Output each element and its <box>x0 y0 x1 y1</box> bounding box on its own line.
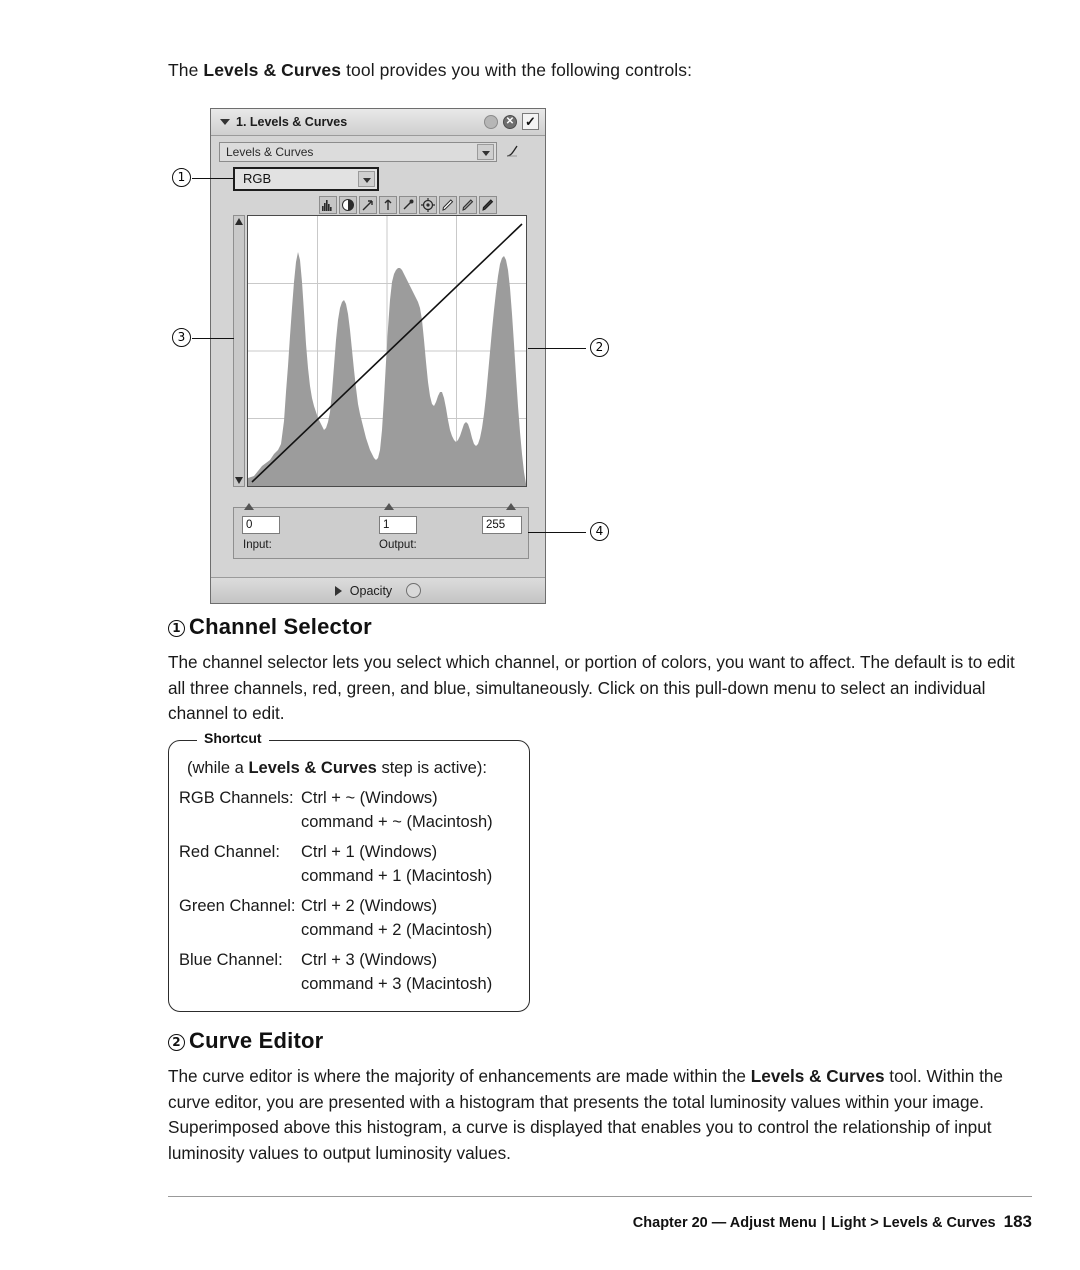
triangle-up-handle-icon[interactable] <box>235 218 243 225</box>
preset-combo[interactable]: Levels & Curves <box>219 142 497 162</box>
shortcut-row-windows: Ctrl + 1 (Windows) <box>301 843 438 861</box>
callout-2-leader <box>528 348 586 349</box>
callout-1: 1 <box>172 168 191 187</box>
preset-combo-value: Levels & Curves <box>226 145 314 159</box>
arrow-dot-icon[interactable] <box>399 196 417 214</box>
callout-3-leader <box>192 338 234 339</box>
arrow-diagonal-icon[interactable] <box>359 196 377 214</box>
close-icon[interactable]: ✕ <box>503 114 517 129</box>
section-2-body: The curve editor is where the majority o… <box>168 1064 1024 1166</box>
preset-combo-row: Levels & Curves <box>219 141 539 163</box>
shortcut-row-windows: Ctrl + 2 (Windows) <box>301 897 438 915</box>
curve-editor-area <box>233 215 529 500</box>
shortcut-row-macintosh: command + 2 (Macintosh) <box>301 921 493 939</box>
arrow-up-icon[interactable] <box>379 196 397 214</box>
shortcut-row-label: RGB Channels: <box>179 789 294 807</box>
pencil-black-icon[interactable] <box>479 196 497 214</box>
section-2-title: Curve Editor <box>189 1028 324 1053</box>
section-2-seg-2: Levels & Curves <box>750 1066 885 1086</box>
section-1-body: The channel selector lets you select whi… <box>168 652 1015 723</box>
section-2-seg-1: The curve editor is where the majority o… <box>168 1066 751 1086</box>
callout-1-leader <box>192 178 234 179</box>
shortcut-row-windows: Ctrl + ~ (Windows) <box>301 789 438 807</box>
contrast-icon[interactable] <box>339 196 357 214</box>
footer-divider <box>168 1196 1032 1197</box>
opacity-bar[interactable]: Opacity <box>211 577 545 603</box>
target-icon[interactable] <box>419 196 437 214</box>
intro-before: The <box>168 60 204 80</box>
black-point-handle-icon[interactable] <box>244 503 254 510</box>
pencil-gray-icon[interactable] <box>459 196 477 214</box>
output-range-slider[interactable] <box>233 215 245 487</box>
footer-chapter: Chapter 20 — Adjust Menu <box>632 1215 817 1231</box>
shortcut-row-label: Green Channel: <box>179 897 296 915</box>
shortcut-box: Shortcut (while a Levels & Curves step i… <box>168 730 530 1012</box>
histogram-curve-graph[interactable] <box>247 215 527 487</box>
curve-shape-icon[interactable] <box>504 144 520 160</box>
shortcut-row-label: Red Channel: <box>179 843 280 861</box>
chevron-down-icon[interactable] <box>477 144 494 160</box>
intro-line: The Levels & Curves tool provides you wi… <box>168 60 692 81</box>
input-black-field[interactable]: 0 <box>242 516 280 534</box>
triangle-down-icon[interactable] <box>220 119 230 125</box>
intro-after: tool provides you with the following con… <box>341 60 693 80</box>
shortcut-row-macintosh: command + 1 (Macintosh) <box>301 867 493 885</box>
levels-input-output-row: 0 1 255 Input: Output: <box>233 503 529 559</box>
section-2-number: 2 <box>168 1034 185 1051</box>
footer: Chapter 20 — Adjust Menu | Light > Levels … <box>633 1212 1032 1232</box>
opacity-label: Opacity <box>349 583 393 598</box>
pencil-white-icon[interactable] <box>439 196 457 214</box>
opacity-knob-icon[interactable] <box>406 583 422 598</box>
intro-bold: Levels & Curves <box>203 60 342 80</box>
triangle-right-icon[interactable] <box>334 585 342 596</box>
channel-selector-combo[interactable]: RGB <box>233 167 379 191</box>
histogram-icon[interactable] <box>319 196 337 214</box>
shortcut-label: Shortcut <box>197 730 269 746</box>
shortcut-row-windows: Ctrl + 3 (Windows) <box>301 951 438 969</box>
section-1-heading: 1 Channel Selector <box>168 614 372 640</box>
shortcut-note: (while a Levels & Curves step is active)… <box>187 759 487 777</box>
output-label: Output: <box>379 539 417 551</box>
callout-4: 4 <box>590 522 609 541</box>
triangle-down-handle-icon[interactable] <box>235 477 243 484</box>
chevron-down-icon[interactable] <box>358 171 375 187</box>
input-white-field[interactable]: 255 <box>482 516 522 534</box>
checkbox-checked-icon[interactable]: ✓ <box>522 113 539 130</box>
channel-selector-value: RGB <box>243 171 272 186</box>
shortcut-row-label: Blue Channel: <box>179 951 283 969</box>
input-label: Input: <box>243 539 272 551</box>
curve-toolbar <box>319 196 497 214</box>
panel-title-icons: ✕ ✓ <box>484 113 539 130</box>
dot-icon[interactable] <box>484 114 498 129</box>
panel-title-bar: 1. Levels & Curves ✕ ✓ <box>211 109 545 136</box>
shortcut-row-macintosh: command + ~ (Macintosh) <box>301 813 493 831</box>
histogram-svg <box>248 216 526 486</box>
footer-path: Light > Levels & Curves <box>830 1215 996 1231</box>
document-page: The Levels & Curves tool provides you wi… <box>0 0 1080 1270</box>
page-number: 183 <box>1003 1212 1032 1231</box>
section-1-number: 1 <box>168 620 185 637</box>
callout-3: 3 <box>172 328 191 347</box>
panel-title-text: 1. Levels & Curves <box>236 115 348 129</box>
mid-point-handle-icon[interactable] <box>384 503 394 510</box>
callout-2: 2 <box>590 338 609 357</box>
callout-4-leader <box>528 532 586 533</box>
section-2-heading: 2 Curve Editor <box>168 1028 323 1054</box>
shortcut-row-macintosh: command + 3 (Macintosh) <box>301 975 493 993</box>
input-gamma-field[interactable]: 1 <box>379 516 417 534</box>
white-point-handle-icon[interactable] <box>506 503 516 510</box>
footer-separator: | <box>821 1215 826 1231</box>
levels-curves-panel-screenshot: 1. Levels & Curves ✕ ✓ Levels & Curves R… <box>210 108 546 604</box>
section-1-title: Channel Selector <box>189 614 372 639</box>
